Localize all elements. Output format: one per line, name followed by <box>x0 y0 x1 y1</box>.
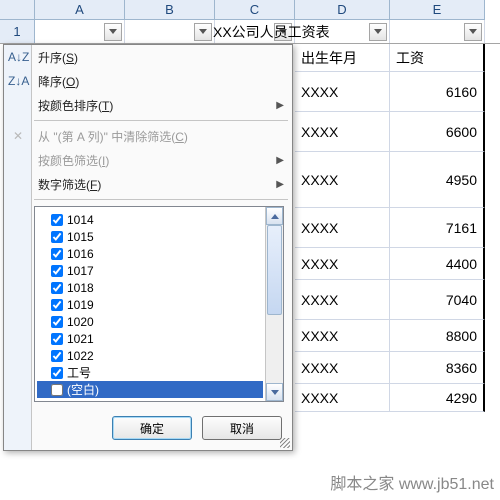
chevron-right-icon: ▶ <box>276 100 284 111</box>
header-birth: 出生年月 <box>295 44 390 72</box>
sort-asc-icon: A↓Z <box>8 50 28 64</box>
filter-item-label: 1022 <box>67 349 94 363</box>
scroll-thumb[interactable] <box>267 225 282 315</box>
menu-number-filter[interactable]: 数字筛选(F) ▶ <box>4 172 292 196</box>
filter-item[interactable]: 1022 <box>37 347 263 364</box>
cell-d[interactable]: XXXX <box>295 112 390 152</box>
filter-checkbox[interactable] <box>51 350 63 362</box>
menu-separator <box>34 199 288 200</box>
cell-d[interactable]: XXXX <box>295 320 390 352</box>
cell-d[interactable]: XXXX <box>295 280 390 320</box>
cell-d[interactable]: XXXX <box>295 208 390 248</box>
filter-item-label: 1018 <box>67 281 94 295</box>
filter-checkbox[interactable] <box>51 316 63 328</box>
cell-a1[interactable] <box>35 20 125 43</box>
col-header-a[interactable]: A <box>35 0 125 20</box>
chevron-right-icon: ▶ <box>276 179 284 190</box>
filter-checkbox[interactable] <box>51 367 63 379</box>
scroll-up-button[interactable] <box>266 207 283 225</box>
filter-item-label: 1017 <box>67 264 94 278</box>
cell-e1[interactable] <box>390 20 485 43</box>
scrollbar[interactable] <box>265 207 283 401</box>
filter-values-list[interactable]: 1014 1015 1016 1017 1018 1019 1020 1021 1022工号(空… <box>35 207 265 401</box>
filter-item[interactable]: 1016 <box>37 245 263 262</box>
cell-d[interactable]: XXXX <box>295 152 390 208</box>
menu-filter-by-color: 按颜色筛选(I) ▶ <box>4 148 292 172</box>
filter-checkbox[interactable] <box>51 214 63 226</box>
header-salary: 工资 <box>390 44 485 72</box>
col-header-d[interactable]: D <box>295 0 390 20</box>
cell-e[interactable]: 8360 <box>390 352 485 384</box>
menu-sort-by-color[interactable]: 按颜色排序(T) ▶ <box>4 93 292 117</box>
cell-d[interactable]: XXXX <box>295 248 390 280</box>
filter-checkbox[interactable] <box>51 231 63 243</box>
cell-e[interactable]: 7161 <box>390 208 485 248</box>
filter-button-e[interactable] <box>464 23 482 41</box>
watermark: 脚本之家 www.jb51.net <box>330 470 494 494</box>
cell-e[interactable]: 6160 <box>390 72 485 112</box>
filter-item-label: 1019 <box>67 298 94 312</box>
filter-item-label: 1016 <box>67 247 94 261</box>
cell-e[interactable]: 4400 <box>390 248 485 280</box>
filter-item-label: 工号 <box>67 364 91 381</box>
sort-desc-icon: Z↓A <box>8 74 28 88</box>
col-header-c[interactable]: C <box>215 0 295 20</box>
row-header-1[interactable]: 1 <box>0 20 35 43</box>
dialog-button-row: 确定 取消 <box>4 408 292 450</box>
filter-item[interactable]: 工号 <box>37 364 263 381</box>
filter-item-label: 1021 <box>67 332 94 346</box>
cell-e[interactable]: 8800 <box>390 320 485 352</box>
filter-item[interactable]: 1021 <box>37 330 263 347</box>
filter-item-label: 1014 <box>67 213 94 227</box>
filter-item[interactable]: 1017 <box>37 262 263 279</box>
col-header-b[interactable]: B <box>125 0 215 20</box>
filter-button-b[interactable] <box>194 23 212 41</box>
filter-item-label: (空白) <box>67 381 99 398</box>
filter-checkbox[interactable] <box>51 248 63 260</box>
cell-d[interactable]: XXXX <box>295 72 390 112</box>
filter-checkbox[interactable] <box>51 299 63 311</box>
ok-button[interactable]: 确定 <box>112 416 192 440</box>
chevron-right-icon: ▶ <box>276 155 284 166</box>
cell-e[interactable]: 6600 <box>390 112 485 152</box>
scroll-down-button[interactable] <box>266 383 283 401</box>
filter-values-box: 1014 1015 1016 1017 1018 1019 1020 1021 1022工号(空… <box>34 206 284 402</box>
filter-checkbox[interactable] <box>51 265 63 277</box>
filter-item-label: 1020 <box>67 315 94 329</box>
filter-item[interactable]: 1019 <box>37 296 263 313</box>
filter-dropdown-menu: A↓Z 升序(S) Z↓A 降序(O) 按颜色排序(T) ▶ ✕ 从 "(第 A… <box>3 44 293 451</box>
clear-filter-icon: ✕ <box>8 129 28 143</box>
cell-e[interactable]: 4290 <box>390 384 485 412</box>
filter-item[interactable]: 1020 <box>37 313 263 330</box>
filter-item[interactable]: 1014 <box>37 211 263 228</box>
cell-d[interactable]: XXXX <box>295 352 390 384</box>
menu-sort-desc[interactable]: Z↓A 降序(O) <box>4 69 292 93</box>
filter-item-label: 1015 <box>67 230 94 244</box>
filter-button-d[interactable] <box>369 23 387 41</box>
menu-separator <box>34 120 288 121</box>
col-header-e[interactable]: E <box>390 0 485 20</box>
filter-item[interactable]: 1015 <box>37 228 263 245</box>
menu-sort-asc[interactable]: A↓Z 升序(S) <box>4 45 292 69</box>
filter-item[interactable]: 1018 <box>37 279 263 296</box>
cell-b1[interactable] <box>125 20 215 43</box>
sheet-title: XX公司人员工资表 <box>213 22 330 42</box>
cancel-button[interactable]: 取消 <box>202 416 282 440</box>
select-all-corner[interactable] <box>0 0 35 20</box>
filter-button-a[interactable] <box>104 23 122 41</box>
filter-checkbox[interactable] <box>51 384 63 396</box>
filter-checkbox[interactable] <box>51 282 63 294</box>
filter-checkbox[interactable] <box>51 333 63 345</box>
cell-e[interactable]: 7040 <box>390 280 485 320</box>
resize-grip-icon[interactable] <box>280 438 290 448</box>
menu-clear-filter: ✕ 从 "(第 A 列)" 中清除筛选(C) <box>4 124 292 148</box>
column-header-row: A B C D E <box>0 0 500 20</box>
cell-d[interactable]: XXXX <box>295 384 390 412</box>
filter-item[interactable]: (空白) <box>37 381 263 398</box>
cell-e[interactable]: 4950 <box>390 152 485 208</box>
